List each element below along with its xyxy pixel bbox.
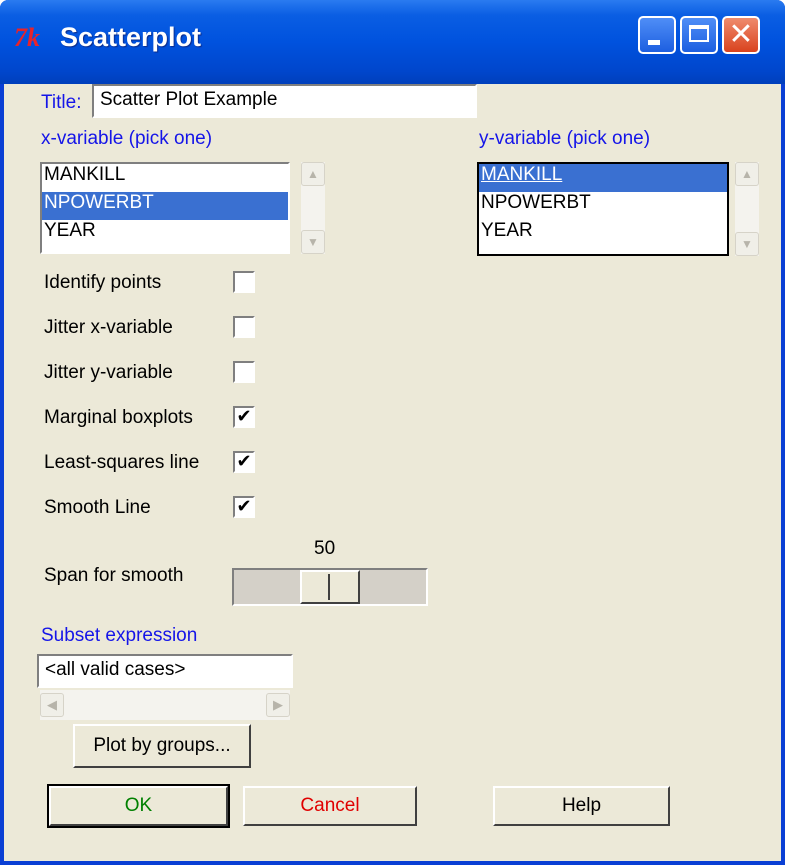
title-label: Title: xyxy=(41,92,82,113)
identify-points-label: Identify points xyxy=(44,272,162,293)
subset-input[interactable]: <all valid cases> xyxy=(37,654,293,688)
subset-label: Subset expression xyxy=(41,625,198,646)
x-variable-item[interactable]: YEAR xyxy=(42,220,288,248)
minimize-icon xyxy=(648,40,660,45)
help-button[interactable]: Help xyxy=(493,786,670,826)
subset-scrollbar[interactable]: ◀ ▶ xyxy=(40,690,290,720)
title-bar[interactable]: 7k Scatterplot ✕ xyxy=(0,0,785,84)
cancel-button[interactable]: Cancel xyxy=(243,786,417,826)
y-variable-item[interactable]: YEAR xyxy=(479,220,727,248)
close-button[interactable]: ✕ xyxy=(722,16,760,54)
scroll-down-icon[interactable]: ▼ xyxy=(301,230,325,254)
scroll-down-icon[interactable]: ▼ xyxy=(735,232,759,256)
span-label: Span for smooth xyxy=(44,565,184,586)
close-icon: ✕ xyxy=(728,17,754,52)
checkmark-icon: ✔ xyxy=(236,451,252,472)
ok-button[interactable]: OK xyxy=(47,784,230,828)
x-variable-item-selected[interactable]: NPOWERBT xyxy=(42,192,288,220)
identify-points-checkbox[interactable] xyxy=(233,271,255,293)
jitter-y-checkbox[interactable] xyxy=(233,361,255,383)
checkmark-icon: ✔ xyxy=(236,406,252,427)
checkmark-icon: ✔ xyxy=(236,496,252,517)
x-variable-item[interactable]: MANKILL xyxy=(42,164,288,192)
x-variable-label: x-variable (pick one) xyxy=(41,128,213,149)
plot-by-groups-button[interactable]: Plot by groups... xyxy=(73,724,251,768)
jitter-x-checkbox[interactable] xyxy=(233,316,255,338)
smooth-line-label: Smooth Line xyxy=(44,497,151,518)
y-variable-label: y-variable (pick one) xyxy=(479,128,651,149)
span-value: 50 xyxy=(314,538,336,559)
tk-feather-icon: 7k xyxy=(14,23,40,52)
y-variable-listbox[interactable]: MANKILL NPOWERBT YEAR xyxy=(477,162,729,256)
scroll-up-icon[interactable]: ▲ xyxy=(301,162,325,186)
window-title: Scatterplot xyxy=(60,22,202,52)
minimize-button[interactable] xyxy=(638,16,676,54)
scroll-up-icon[interactable]: ▲ xyxy=(735,162,759,186)
maximize-button[interactable] xyxy=(680,16,718,54)
y-variable-item[interactable]: NPOWERBT xyxy=(479,192,727,220)
scroll-left-icon[interactable]: ◀ xyxy=(40,693,64,717)
smooth-line-checkbox[interactable]: ✔ xyxy=(233,496,255,518)
y-variable-scrollbar[interactable]: ▲ ▼ xyxy=(735,162,759,256)
least-squares-checkbox[interactable]: ✔ xyxy=(233,451,255,473)
maximize-icon xyxy=(689,25,709,42)
x-variable-scrollbar[interactable]: ▲ ▼ xyxy=(301,162,325,254)
jitter-y-label: Jitter y-variable xyxy=(44,362,173,383)
least-squares-label: Least-squares line xyxy=(44,452,200,473)
scroll-right-icon[interactable]: ▶ xyxy=(266,693,290,717)
jitter-x-label: Jitter x-variable xyxy=(44,317,173,338)
scatterplot-dialog: 7k Scatterplot ✕ Title: Scatter Plot Exa… xyxy=(0,0,785,865)
marginal-boxplots-label: Marginal boxplots xyxy=(44,407,193,428)
marginal-boxplots-checkbox[interactable]: ✔ xyxy=(233,406,255,428)
span-slider-thumb[interactable] xyxy=(300,570,360,604)
title-input[interactable]: Scatter Plot Example xyxy=(92,84,477,118)
y-variable-item-selected[interactable]: MANKILL xyxy=(479,164,727,192)
x-variable-listbox[interactable]: MANKILL NPOWERBT YEAR xyxy=(40,162,290,254)
